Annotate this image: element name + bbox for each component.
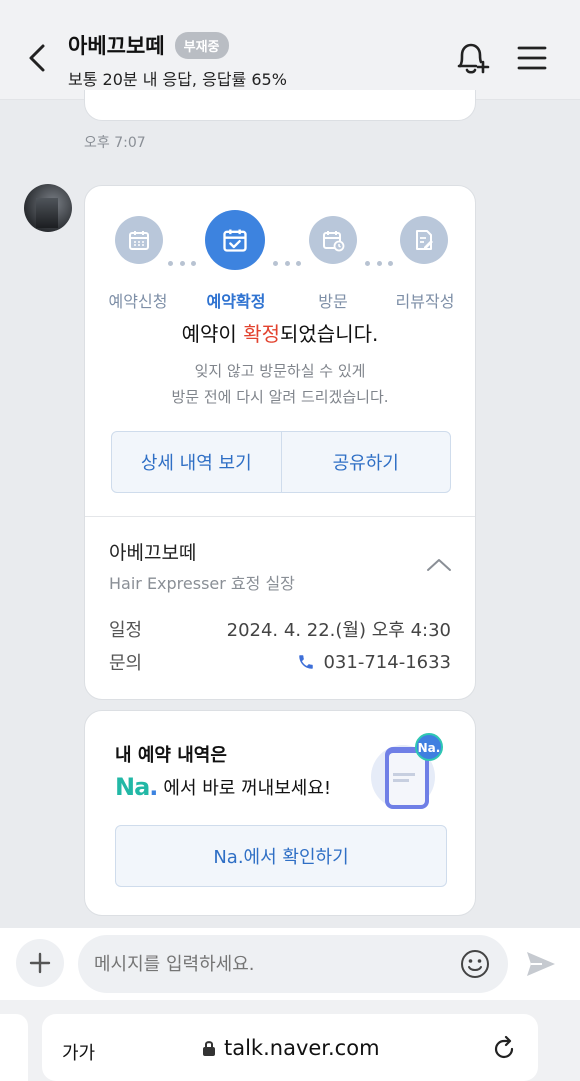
shop-name: 아베끄보떼 [109, 542, 197, 564]
back-button[interactable] [22, 38, 52, 78]
reservation-description: 잊지 않고 방문하실 수 있게 방문 전에 다시 알려 드리겠습니다. [85, 358, 475, 410]
hamburger-icon [517, 46, 547, 70]
response-info: 보통 20분 내 응답, 응답률 65% [68, 70, 287, 89]
url-text: talk.naver.com [224, 1036, 380, 1060]
title-text: 되었습니다. [280, 322, 379, 346]
step-circle [309, 216, 357, 264]
message-input[interactable] [78, 935, 508, 993]
title-highlight: 확정 [243, 322, 280, 346]
description-line: 방문 전에 다시 알려 드리겠습니다. [171, 388, 389, 406]
text-size-button[interactable]: 가가 [62, 1039, 95, 1065]
na-logo-text: Na [115, 773, 150, 801]
divider [85, 516, 475, 517]
action-buttons: 상세 내역 보기 공유하기 [111, 431, 451, 493]
calendar-clock-icon [323, 231, 345, 252]
collapse-button[interactable] [425, 556, 453, 574]
step-visit [309, 216, 357, 264]
reload-button[interactable] [490, 1034, 518, 1062]
reservation-card: 예약신청 예약확정 방문 리뷰작성 예약이 확정되었습니다. 잊지 않고 방문하… [84, 185, 476, 700]
emoji-button[interactable] [460, 949, 490, 979]
reload-icon [494, 1035, 514, 1059]
shop-designer: Hair Expresser 효정 실장 [109, 574, 295, 593]
bell-plus-icon [457, 43, 490, 74]
step-connector [168, 261, 196, 267]
previous-tab[interactable] [0, 1014, 28, 1081]
step-circle [115, 216, 163, 264]
step-circle [400, 216, 448, 264]
na-logo: Na. [115, 773, 158, 801]
promo-subline-text: 에서 바로 꺼내보세요! [163, 778, 332, 799]
menu-button[interactable] [516, 40, 548, 76]
share-button[interactable]: 공유하기 [280, 432, 451, 492]
send-button[interactable] [524, 948, 558, 980]
title-text: 예약이 [181, 322, 244, 346]
contact-row: 문의 031-714-1633 [109, 649, 451, 675]
step-review [400, 216, 448, 264]
view-details-button[interactable]: 상세 내역 보기 [112, 432, 281, 492]
calendar-icon [129, 231, 149, 250]
lock-icon [202, 1039, 216, 1057]
browser-toolbar: 가가 talk.naver.com [0, 1000, 580, 1081]
message-time: 오후 7:07 [84, 135, 146, 151]
step-connector [273, 261, 301, 267]
chevron-left-icon [29, 44, 45, 72]
calendar-check-icon [223, 229, 247, 252]
step-confirmed [205, 210, 265, 270]
contact-label: 문의 [109, 653, 143, 674]
url-display[interactable]: talk.naver.com [202, 1036, 380, 1060]
step-label: 예약신청 [108, 292, 168, 311]
step-label: 방문 [318, 292, 348, 311]
plus-icon [29, 952, 51, 974]
phone-illustration-icon: Na. [367, 733, 445, 811]
phone-link[interactable]: 031-714-1633 [297, 649, 451, 675]
phone-number: 031-714-1633 [323, 651, 451, 673]
chat-title-row: 아베끄보떼 부재중 [68, 30, 229, 60]
promo-subline: Na. 에서 바로 꺼내보세요! [115, 773, 331, 801]
schedule-row: 일정 2024. 4. 22.(월) 오후 4:30 [109, 616, 451, 642]
promo-headline: 내 예약 내역은 [115, 745, 227, 766]
step-label-active: 예약확정 [206, 292, 266, 311]
alarm-add-button[interactable] [452, 38, 492, 78]
smile-icon [461, 950, 489, 978]
na-logo-dot: . [149, 773, 158, 801]
schedule-value: 2024. 4. 22.(월) 오후 4:30 [226, 620, 451, 641]
address-bar[interactable]: 가가 talk.naver.com [42, 1014, 538, 1081]
avatar[interactable] [24, 184, 72, 232]
art-badge-text: Na. [418, 741, 441, 755]
previous-message-card [84, 90, 476, 121]
chevron-up-icon [427, 559, 451, 571]
check-in-na-button[interactable]: Na.에서 확인하기 [115, 825, 447, 887]
phone-icon [297, 653, 315, 671]
send-icon [527, 952, 555, 976]
reservation-steps: 예약신청 예약확정 방문 리뷰작성 [85, 210, 475, 311]
step-request [115, 216, 163, 264]
edit-note-icon [416, 230, 433, 250]
promo-card: 내 예약 내역은 Na. 에서 바로 꺼내보세요! Na. Na.에서 확인하기 [84, 710, 476, 916]
schedule-label: 일정 [109, 620, 143, 641]
status-badge: 부재중 [174, 31, 229, 59]
message-input-bar [0, 928, 580, 1000]
step-connector [365, 261, 393, 267]
description-line: 잊지 않고 방문하실 수 있게 [194, 362, 366, 380]
reservation-status-title: 예약이 확정되었습니다. [85, 318, 475, 347]
attach-button[interactable] [16, 939, 64, 987]
step-circle-active [205, 210, 265, 270]
step-label: 리뷰작성 [395, 292, 455, 311]
chat-header: 아베끄보떼 부재중 보통 20분 내 응답, 응답률 65% [0, 0, 580, 100]
page-title: 아베끄보떼 [68, 34, 165, 58]
